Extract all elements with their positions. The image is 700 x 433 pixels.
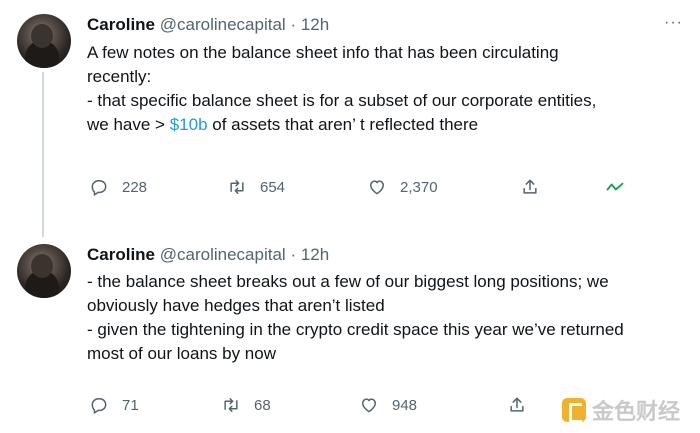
share-button[interactable] bbox=[507, 395, 527, 415]
share-icon bbox=[523, 179, 537, 194]
like-icon bbox=[362, 398, 376, 413]
reply-count: 228 bbox=[122, 178, 148, 196]
reply-icon bbox=[91, 180, 107, 196]
tweet-line: - given the tightening in the crypto cre… bbox=[87, 320, 624, 339]
separator-dot: · bbox=[290, 245, 297, 264]
more-options-icon[interactable]: ··· bbox=[664, 14, 683, 32]
like-button[interactable]: 948 bbox=[359, 395, 417, 415]
retweet-button[interactable]: 68 bbox=[221, 395, 271, 415]
tweet-text: - the balance sheet breaks out a few of … bbox=[87, 270, 677, 366]
tweet-actions: 228 654 2,370 bbox=[0, 177, 700, 201]
reply-count: 71 bbox=[122, 396, 139, 414]
thread-connector-line bbox=[42, 72, 44, 237]
retweet-icon bbox=[230, 180, 244, 194]
like-count: 2,370 bbox=[400, 178, 438, 196]
reply-icon bbox=[91, 398, 107, 414]
share-icon bbox=[510, 397, 524, 412]
user-handle[interactable]: @carolinecapital bbox=[160, 245, 286, 264]
tweet-text-segment: we have > bbox=[87, 115, 170, 134]
user-handle[interactable]: @carolinecapital bbox=[160, 15, 286, 34]
watermark: 金色财经 bbox=[562, 394, 680, 426]
display-name[interactable]: Caroline bbox=[87, 15, 155, 34]
cashtag-link[interactable]: $10b bbox=[170, 115, 208, 134]
tweet-line: - the balance sheet breaks out a few of … bbox=[87, 272, 609, 291]
retweet-count: 654 bbox=[260, 178, 286, 196]
like-button[interactable]: 2,370 bbox=[367, 177, 438, 197]
like-icon bbox=[370, 180, 384, 195]
retweet-button[interactable]: 654 bbox=[227, 177, 285, 197]
avatar[interactable] bbox=[17, 14, 71, 68]
tweet-line: most of our loans by now bbox=[87, 344, 276, 363]
display-name[interactable]: Caroline bbox=[87, 245, 155, 264]
analytics-button[interactable] bbox=[605, 177, 625, 197]
reply-button[interactable]: 71 bbox=[89, 395, 139, 415]
watermark-text: 金色财经 bbox=[592, 399, 681, 424]
tweet-header: Caroline @carolinecapital · 12h bbox=[87, 15, 329, 35]
tweet-line: recently: bbox=[87, 67, 152, 86]
share-button[interactable] bbox=[520, 177, 540, 197]
tweet-text: A few notes on the balance sheet info th… bbox=[87, 41, 677, 137]
retweet-icon bbox=[224, 398, 238, 412]
tweet-line: obviously have hedges that aren’t listed bbox=[87, 296, 385, 315]
tweet-text-segment: of assets that aren’ t reflected there bbox=[207, 115, 479, 134]
tweet-line: we have > $10b of assets that aren’ t re… bbox=[87, 113, 677, 137]
timestamp[interactable]: 12h bbox=[301, 245, 329, 264]
tweet-line: A few notes on the balance sheet info th… bbox=[87, 43, 559, 62]
watermark-logo-icon bbox=[562, 398, 586, 423]
separator-dot: · bbox=[290, 15, 297, 34]
avatar[interactable] bbox=[17, 244, 71, 298]
retweet-count: 68 bbox=[254, 396, 271, 414]
tweet-line: - that specific balance sheet is for a s… bbox=[87, 91, 597, 110]
tweet-header: Caroline @carolinecapital · 12h bbox=[87, 245, 329, 265]
reply-button[interactable]: 228 bbox=[89, 177, 147, 197]
timestamp[interactable]: 12h bbox=[301, 15, 329, 34]
like-count: 948 bbox=[392, 396, 418, 414]
analytics-icon bbox=[606, 182, 624, 191]
